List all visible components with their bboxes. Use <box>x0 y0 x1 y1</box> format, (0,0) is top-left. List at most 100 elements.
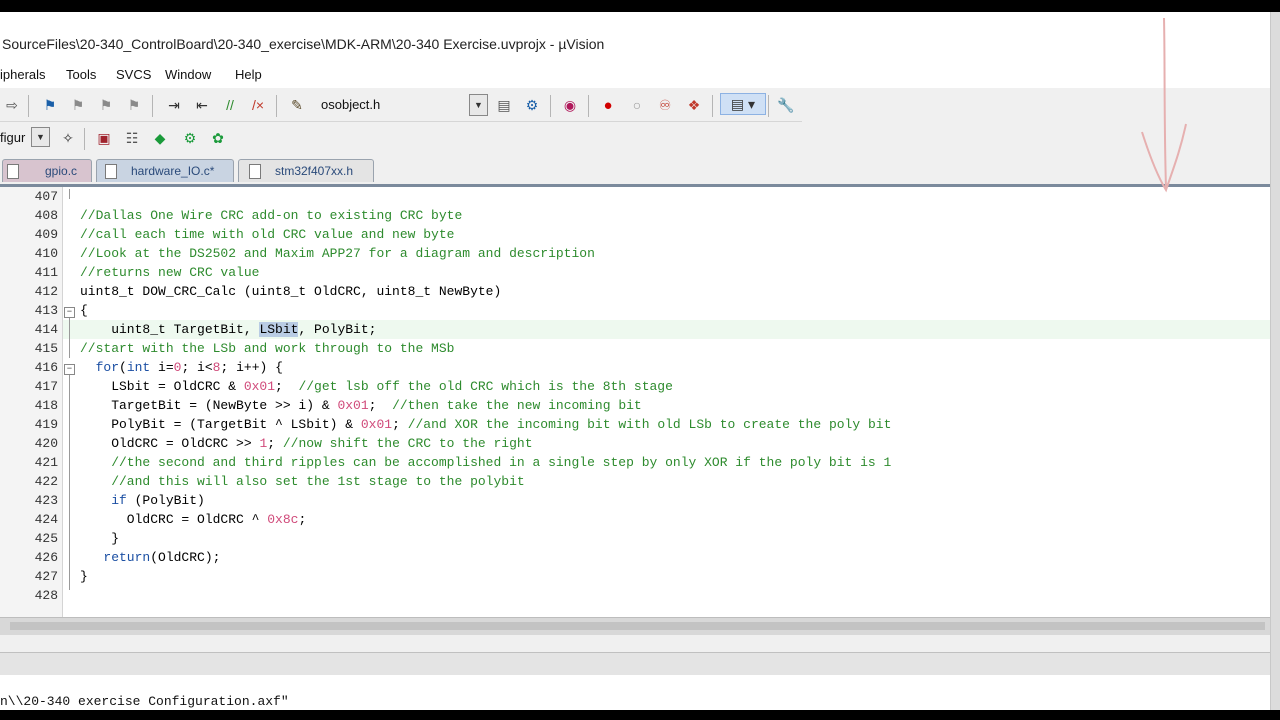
code-number: 0x01 <box>337 398 369 413</box>
code-keyword: return <box>103 550 151 565</box>
file-icon <box>105 164 117 179</box>
chevron-down-icon[interactable]: ▼ <box>469 94 488 116</box>
horizontal-scrollbar[interactable] <box>0 617 1270 635</box>
code-line: TargetBit = (NewByte >> i) & 0x01; //the… <box>80 398 642 413</box>
kill-breakpoints-icon[interactable]: ❖ <box>684 95 704 115</box>
editor-tab-bar: gpio.c hardware_IO.c* stm32f407xx.h <box>0 156 1270 187</box>
toolbar-separator <box>28 95 29 117</box>
line-number: 428 <box>34 588 58 603</box>
line-number: 419 <box>34 417 58 432</box>
line-number: 409 <box>34 227 58 242</box>
code-token: ; <box>267 436 283 451</box>
incremental-find-icon[interactable]: ⚙ <box>522 95 542 115</box>
target-options-icon[interactable]: ✧ <box>58 128 78 148</box>
navigate-forward-icon[interactable]: ⇨ <box>2 95 22 115</box>
fold-collapse-icon[interactable]: − <box>64 307 75 318</box>
code-comment: //now shift the CRC to the right <box>282 436 533 451</box>
code-token: OldCRC = OldCRC >> <box>80 436 260 451</box>
right-window-edge <box>1270 12 1280 710</box>
find-in-files-icon[interactable]: ✎ <box>287 95 307 115</box>
insert-breakpoint-icon[interactable]: ● <box>598 95 618 115</box>
code-keyword: for <box>95 360 120 375</box>
selected-text[interactable]: LSbit <box>259 322 299 337</box>
file-extensions-icon[interactable]: ▣ <box>94 128 114 148</box>
code-token: ( <box>119 360 127 375</box>
clear-bookmarks-icon[interactable]: ⚑ <box>124 95 144 115</box>
window-layout-icon[interactable]: ▤ ▾ <box>720 93 766 115</box>
indent-icon[interactable]: ⇥ <box>164 95 184 115</box>
line-number: 411 <box>34 265 58 280</box>
code-keyword: if <box>111 493 127 508</box>
code-token: ; i++) { <box>220 360 283 375</box>
manage-run-time-environment-icon[interactable]: ☷ <box>122 128 142 148</box>
line-number: 413 <box>34 303 58 318</box>
code-line: PolyBit = (TargetBit ^ LSbit) & 0x01; //… <box>80 417 891 432</box>
comment-selection-icon[interactable]: // <box>220 95 240 115</box>
code-keyword: int <box>126 360 151 375</box>
code-line: for(int i=0; i<8; i++) { <box>80 360 283 375</box>
build-output-header <box>0 652 1270 676</box>
code-line: //start with the LSb and work through to… <box>80 341 455 356</box>
line-number: 417 <box>34 379 58 394</box>
code-line: //call each time with old CRC value and … <box>80 227 455 242</box>
code-line: OldCRC = OldCRC >> 1; //now shift the CR… <box>80 436 533 451</box>
line-number: 414 <box>34 322 58 337</box>
line-number: 423 <box>34 493 58 508</box>
insert-bookmark-icon[interactable]: ⚑ <box>40 95 60 115</box>
code-token: ; <box>275 379 299 394</box>
pack-installer-icon[interactable]: ⚙ <box>180 128 200 148</box>
toolbar-separator <box>550 95 551 117</box>
disable-breakpoints-icon[interactable]: ♾ <box>655 95 675 115</box>
toolbar-separator <box>712 95 713 117</box>
line-number: 407 <box>34 189 58 204</box>
splitter[interactable] <box>0 635 1270 651</box>
line-number: 408 <box>34 208 58 223</box>
line-number: 422 <box>34 474 58 489</box>
fold-collapse-icon[interactable]: − <box>64 364 75 375</box>
fold-guide <box>69 375 70 590</box>
code-line: if (PolyBit) <box>80 493 205 508</box>
configure-tool-icon[interactable]: 🔧 <box>776 95 796 115</box>
tab-hardware-io[interactable]: hardware_IO.c* <box>96 159 234 182</box>
line-number: 427 <box>34 569 58 584</box>
code-line: { <box>80 303 88 318</box>
uncomment-selection-icon[interactable]: /× <box>248 95 268 115</box>
code-token: OldCRC = OldCRC ^ <box>80 512 268 527</box>
find-icon[interactable]: ▤ <box>494 95 514 115</box>
tab-gpio[interactable]: gpio.c <box>2 159 92 182</box>
tab-stm32f407xx[interactable]: stm32f407xx.h <box>238 159 374 182</box>
target-select[interactable]: figur ▼ <box>0 127 50 149</box>
menu-window[interactable]: Window <box>165 67 211 82</box>
event-recorder-icon[interactable]: ✿ <box>208 128 228 148</box>
build-output-panel: n\\20-340 exercise Configuration.axf" <box>0 675 1270 710</box>
code-token: TargetBit = (NewByte >> i) & <box>80 398 338 413</box>
menu-peripherals[interactable]: ipherals <box>0 67 46 82</box>
menu-help[interactable]: Help <box>235 67 262 82</box>
line-number: 418 <box>34 398 58 413</box>
previous-bookmark-icon[interactable]: ⚑ <box>68 95 88 115</box>
unindent-icon[interactable]: ⇤ <box>192 95 212 115</box>
enable-breakpoint-icon[interactable]: ○ <box>627 95 647 115</box>
code-comment: //and XOR the incoming bit with old LSb … <box>407 417 892 432</box>
find-combo-box[interactable]: osobject.h ▼ <box>312 94 488 116</box>
code-token: (PolyBit) <box>126 493 205 508</box>
file-toolbar: ⇨ ⚑ ⚑ ⚑ ⚑ ⇥ ⇤ // /× ✎ osobject.h ▼ ▤ ⚙ ◉… <box>0 89 802 122</box>
select-software-packs-icon[interactable]: ◆ <box>150 128 170 148</box>
title-bar: SourceFiles\20-340_ControlBoard\20-340_e… <box>0 12 1270 60</box>
hand-drawn-arrow <box>1141 17 1187 193</box>
next-bookmark-icon[interactable]: ⚑ <box>96 95 116 115</box>
file-icon <box>249 164 261 179</box>
code-editor[interactable]: 407 408 409 410 411 412 413 414 415 416 … <box>0 187 1270 617</box>
chevron-down-icon[interactable]: ▼ <box>31 127 50 147</box>
code-token: ; <box>368 398 393 413</box>
code-comment: //get lsb off the old CRC which is the 8… <box>298 379 673 394</box>
tab-label: stm32f407xx.h <box>275 164 354 178</box>
fold-guide <box>69 189 70 199</box>
build-toolbar: figur ▼ ✧ ▣ ☷ ◆ ⚙ ✿ <box>0 122 240 154</box>
start-debug-session-icon[interactable]: ◉ <box>560 95 580 115</box>
code-number: 0x01 <box>243 379 276 394</box>
menu-svcs[interactable]: SVCS <box>116 67 151 82</box>
menu-tools[interactable]: Tools <box>66 67 96 82</box>
scrollbar-thumb[interactable] <box>10 622 1265 630</box>
target-select-value: figur <box>0 130 26 145</box>
